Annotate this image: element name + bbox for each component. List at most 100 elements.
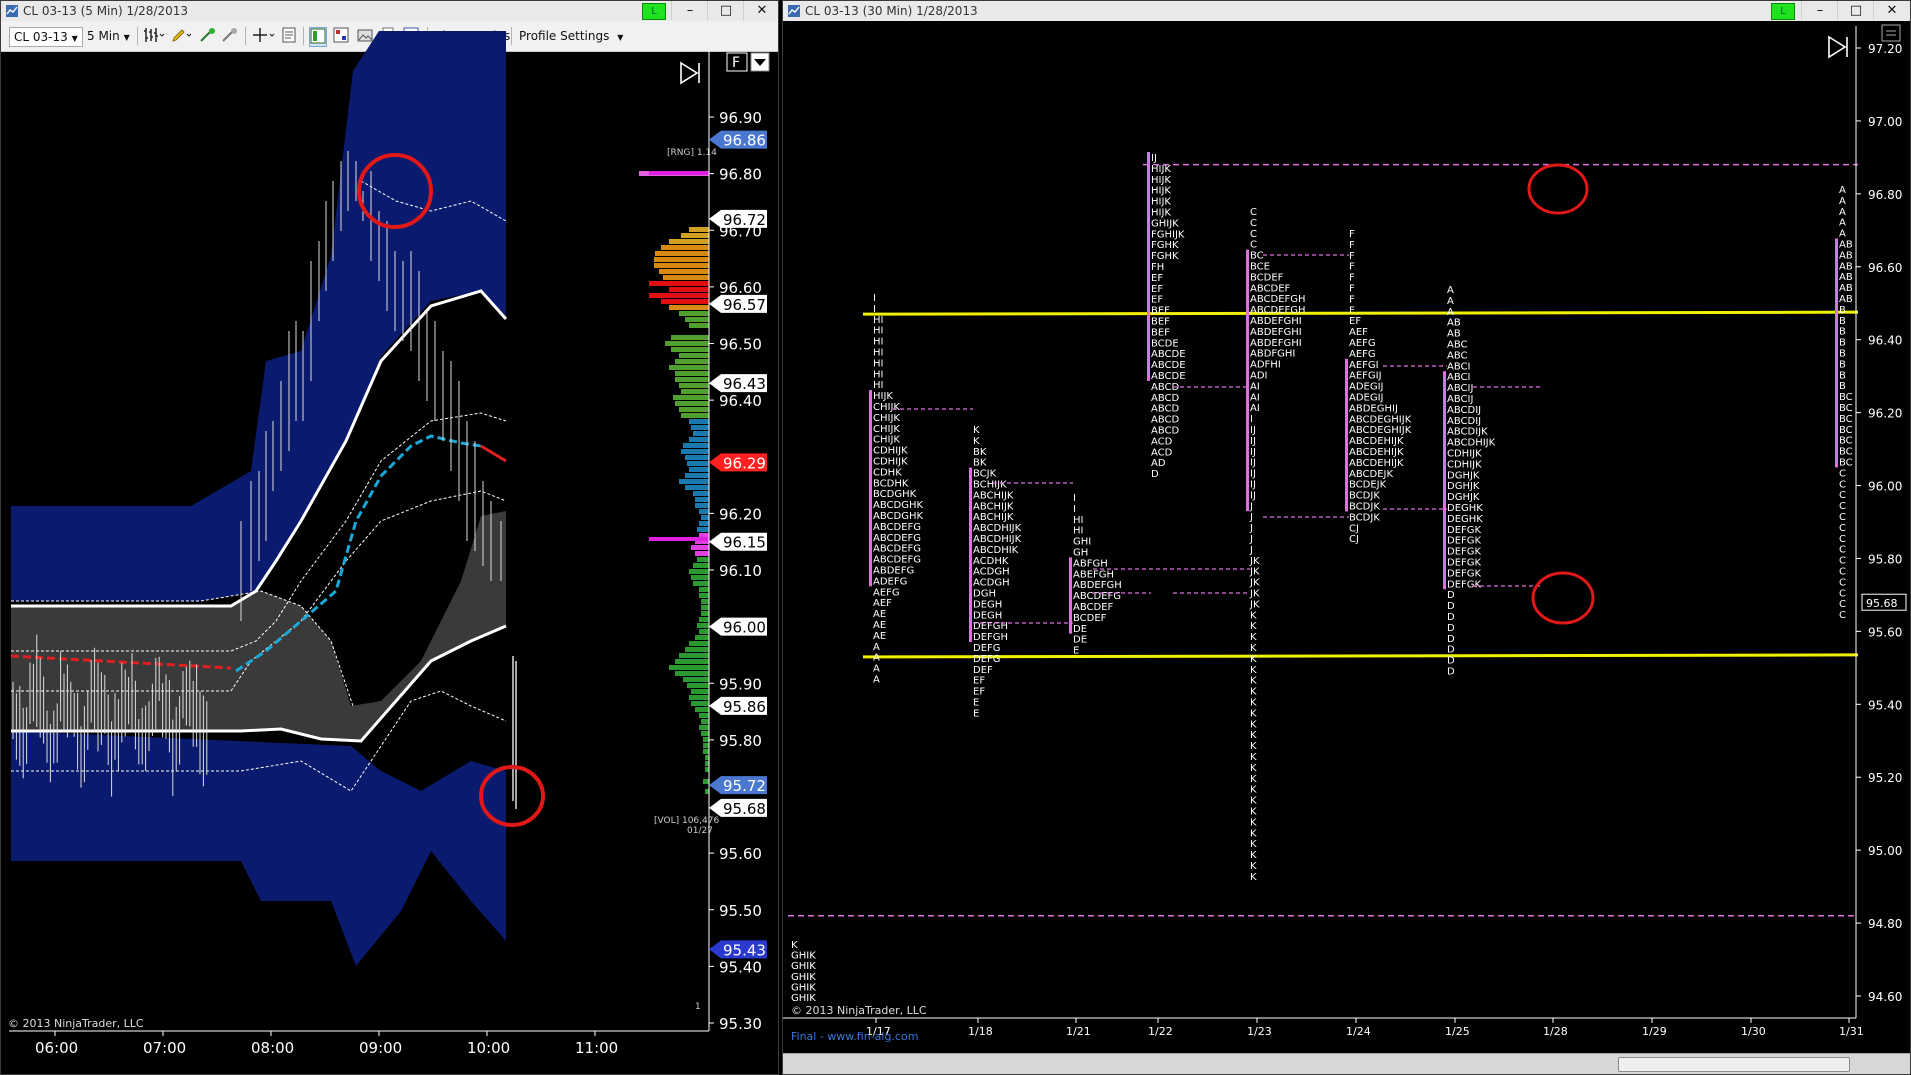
tpo-row: D [1151, 469, 1159, 480]
tpo-row: AB [1839, 261, 1853, 272]
tpo-row: GHIJK [1151, 218, 1179, 229]
x-tick-label: 1/28 [1543, 1025, 1568, 1038]
x-tick-label: 1/18 [968, 1025, 993, 1038]
tpo-row: HIJK [1151, 197, 1171, 208]
tpo-row: ABCHIJK [973, 512, 1014, 523]
price-marker-label: 95.86 [723, 698, 766, 716]
volume-profile-bar [703, 737, 709, 742]
tpo-row: ADEGIJ [1349, 382, 1384, 393]
tpo-row: K [973, 436, 980, 447]
tpo-row: K [1250, 872, 1257, 883]
tpo-row: CHIJK [873, 424, 900, 435]
tpo-row: GHIK [791, 961, 816, 972]
tpo-row: DEFGK [1447, 558, 1482, 569]
tpo-row: BCDJK [1349, 502, 1380, 513]
tpo-row: F [1349, 240, 1355, 251]
tpo-row: E [1073, 646, 1079, 657]
tpo-row: EF [973, 676, 985, 687]
tpo-row: JK [1249, 599, 1260, 610]
tpo-row: ABCDIJ [1447, 416, 1481, 427]
tpo-row: ABCI [1447, 361, 1470, 372]
y-tick-label: 96.10 [719, 562, 762, 580]
tpo-row: FGHK [1151, 240, 1179, 251]
horizontal-scrollbar[interactable] [783, 1053, 1910, 1074]
x-tick-label: 1/23 [1247, 1025, 1272, 1038]
tpo-row: ABDEFGH [1073, 580, 1122, 591]
volume-profile-bar [701, 605, 709, 610]
tpo-row: ABCDIJK [1447, 427, 1488, 438]
y-tick-label: 96.20 [719, 505, 762, 523]
tpo-row: A [873, 653, 880, 664]
y-tick-label: 94.80 [1868, 917, 1902, 931]
tpo-row: EF [1151, 273, 1163, 284]
tpo-row: D [1447, 645, 1455, 656]
tpo-row: B [1839, 338, 1846, 349]
volume-profile-bar [695, 503, 709, 508]
right-chart-window: CL 03-13 (30 Min) 1/28/2013 L – □ ✕ I I HI… [782, 0, 1911, 1075]
volume-profile-bar [679, 383, 709, 388]
tpo-row: BCDHK [873, 478, 909, 489]
tpo-row: BCDEF [1073, 613, 1107, 624]
tpo-row: ACDGH [973, 578, 1010, 589]
tpo-row: D [1447, 590, 1455, 601]
x-tick-label: 1/31 [1839, 1025, 1864, 1038]
volume-profile-bar [683, 443, 709, 448]
tpo-row: K [1250, 807, 1257, 818]
tpo-row: C [1839, 501, 1846, 512]
value-area-bar [1443, 371, 1446, 590]
volume-profile-bar [681, 449, 709, 454]
tpo-row: I [1073, 504, 1076, 515]
left-price-chart[interactable]: [RNG] 1.14[VOL] 106,47601/27196.9096.809… [1, 1, 778, 1075]
volume-profile-bar [693, 563, 709, 568]
tpo-row: ABCDEHIJK [1349, 436, 1404, 447]
tpo-row: BC [1250, 251, 1264, 262]
tpo-row: ABCDE [1151, 371, 1186, 382]
volume-profile-bar [691, 701, 709, 706]
y-tick-label: 96.60 [1868, 261, 1902, 275]
volume-profile-bar [699, 713, 709, 718]
volume-profile-bar [689, 467, 709, 472]
tpo-row: I [873, 293, 876, 304]
volume-profile-bar [705, 761, 709, 766]
market-profile-chart[interactable]: IIHIHIHIHIHIHIHIHIJKCHIJKCHIJKCHIJKCHIJK… [783, 1, 1910, 1075]
volume-profile-bar [705, 755, 709, 760]
tpo-row: ABCDEGHIJK [1349, 425, 1412, 436]
tpo-row: ABC [1447, 350, 1468, 361]
tpo-row: C [1250, 207, 1257, 218]
volume-profile-bar [675, 377, 709, 382]
tpo-row: DEFGK [1447, 568, 1482, 579]
tpo-row: DEFG [973, 654, 1001, 665]
x-tick-label: 1/22 [1148, 1025, 1173, 1038]
price-marker-label: 96.57 [723, 296, 766, 314]
jump-to-end-icon [1828, 35, 1848, 59]
tpo-row: B [1839, 381, 1846, 392]
tpo-row: CHIJK [873, 413, 900, 424]
tpo-row: ABCDEFG [1073, 591, 1121, 602]
tpo-row: ABCIJ [1447, 383, 1473, 394]
tpo-row: CHIJK [873, 435, 900, 446]
scrollbar-thumb[interactable] [1618, 1057, 1850, 1072]
tpo-row: BCHIJK [973, 480, 1007, 491]
tpo-row: K [1250, 817, 1257, 828]
tpo-row: K [1250, 610, 1257, 621]
volume-profile-bar [685, 317, 709, 322]
final-link[interactable]: Final - www.fin-alg.com [791, 1030, 918, 1043]
tpo-row: HI [873, 380, 883, 391]
tpo-row: AB [1839, 240, 1853, 251]
tpo-row: J [1249, 545, 1253, 556]
tpo-row: F [1349, 284, 1355, 295]
tpo-row: EF [1151, 295, 1163, 306]
tpo-row: ABCDEF [1073, 602, 1114, 613]
tpo-row: ABCDEFG [873, 544, 921, 555]
tpo-row: ABCDEFGH [1250, 294, 1306, 305]
volume-profile-bar [699, 617, 709, 622]
tpo-row: BC [1839, 414, 1853, 425]
tpo-row: F [1349, 305, 1355, 316]
tpo-row: ABCDEF [1250, 283, 1291, 294]
x-tick-label: 1/30 [1741, 1025, 1766, 1038]
tpo-row: AD [1151, 458, 1166, 469]
tpo-row: DEFGK [1447, 579, 1482, 590]
volume-profile-bar [685, 485, 709, 490]
y-tick-label: 95.60 [719, 845, 762, 863]
volume-profile-bar [661, 245, 709, 250]
